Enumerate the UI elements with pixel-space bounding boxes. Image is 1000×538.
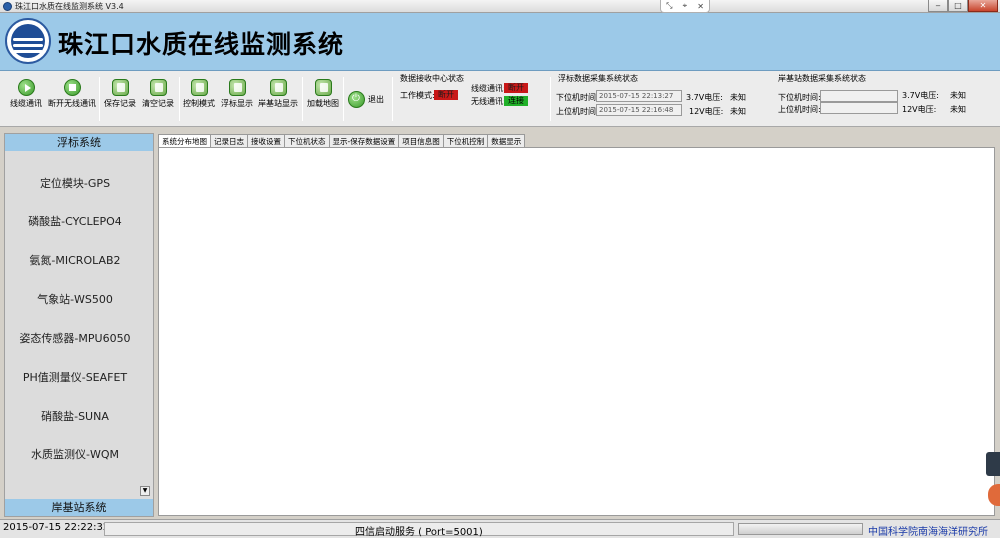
buoy-12v-label: 12V电压: bbox=[689, 107, 724, 116]
power-icon bbox=[348, 91, 365, 108]
buoy-upper-time-label: 上位机时间: bbox=[556, 107, 599, 116]
window-center-tools: ⤡ ⌖ ✕ bbox=[660, 0, 710, 13]
load-map-button[interactable]: 加载地图 bbox=[307, 79, 339, 109]
sidebar-item-gps[interactable]: 定位模块-GPS bbox=[5, 175, 145, 191]
cable-connect-button[interactable]: 线缆通讯 bbox=[10, 79, 42, 109]
pin-icon[interactable]: ⌖ bbox=[683, 1, 688, 11]
buoy-lower-time-field: 2015-07-15 22:13:27 bbox=[596, 90, 682, 102]
stop-icon bbox=[63, 79, 81, 96]
control-mode-button[interactable]: 控制模式 bbox=[183, 79, 215, 109]
floating-assistant-icon[interactable] bbox=[988, 484, 1000, 506]
sidebar-item-seafet[interactable]: PH值测量仪-SEAFET bbox=[5, 369, 145, 385]
restore-arrows-icon[interactable]: ⤡ bbox=[666, 1, 672, 11]
sidebar-item-ws500[interactable]: 气象站-WS500 bbox=[5, 291, 145, 307]
map-icon bbox=[314, 79, 332, 96]
tab-data-display[interactable]: 数据显示 bbox=[487, 134, 526, 148]
app-banner: 珠江口水质在线监测系统 bbox=[0, 13, 1000, 71]
cable-comm-label: 线缆通讯: bbox=[471, 84, 506, 93]
shore-station-header[interactable]: 岸基站系统 bbox=[5, 499, 153, 516]
station-37v-label: 3.7V电压: bbox=[902, 91, 939, 100]
buoy-display-button[interactable]: 浮标显示 bbox=[221, 79, 253, 109]
clear-icon bbox=[149, 79, 167, 96]
station-12v-label: 12V电压: bbox=[902, 105, 937, 114]
buoy-status: 浮标数据采集系统状态 下位机时间: 2015-07-15 22:13:27 上位… bbox=[556, 73, 770, 123]
app-title: 珠江口水质在线监测系统 bbox=[58, 30, 345, 59]
tab-slave-control[interactable]: 下位机控制 bbox=[442, 134, 489, 148]
station-status-title: 岸基站数据采集系统状态 bbox=[778, 74, 866, 83]
station-upper-time-field bbox=[820, 102, 898, 114]
sidebar-item-suna[interactable]: 硝酸盐-SUNA bbox=[5, 408, 145, 424]
tab-display-save-settings[interactable]: 显示-保存数据设置 bbox=[328, 134, 400, 148]
status-progress-bar bbox=[738, 523, 863, 535]
data-center-status: 数据接收中心状态 工作模式: 断开 线缆通讯: 断开 无线通讯: 连接 bbox=[400, 73, 548, 123]
buoy-icon bbox=[228, 79, 246, 96]
window-titlebar: 珠江口水质在线监测系统 V3.4 ⤡ ⌖ ✕ ‒ □ ✕ bbox=[0, 0, 1000, 13]
disconnect-wireless-button[interactable]: 断开无线通讯 bbox=[48, 79, 96, 109]
institute-logo-icon bbox=[5, 18, 51, 64]
main-tabs: 系统分布地图 记录日志 接收设置 下位机状态 显示-保存数据设置 项目信息图 下… bbox=[158, 134, 526, 149]
tab-content-area[interactable] bbox=[158, 147, 995, 516]
work-mode-label: 工作模式: bbox=[400, 91, 435, 100]
station-upper-time-label: 上位机时间: bbox=[778, 105, 821, 114]
buoy-status-title: 浮标数据采集系统状态 bbox=[558, 74, 638, 83]
status-institute: 中国科学院南海海洋研究所 bbox=[868, 527, 988, 538]
buoy-upper-time-field: 2015-07-15 22:16:48 bbox=[596, 104, 682, 116]
status-time: 2015-07-15 22:22:32 bbox=[3, 522, 110, 533]
wireless-comm-label: 无线通讯: bbox=[471, 97, 506, 106]
statusbar: 2015-07-15 22:22:32 四信启动服务 ( Port=5001) … bbox=[0, 519, 1000, 538]
control-icon bbox=[190, 79, 208, 96]
sidebar-item-microlab2[interactable]: 氨氮-MICROLAB2 bbox=[5, 252, 145, 268]
sidebar-item-mpu6050[interactable]: 姿态传感器-MPU6050 bbox=[5, 330, 145, 346]
station-12v-value: 未知 bbox=[950, 105, 966, 114]
window-buttons: ‒ □ ✕ bbox=[928, 0, 998, 12]
tab-receive-settings[interactable]: 接收设置 bbox=[247, 134, 285, 148]
tab-log[interactable]: 记录日志 bbox=[210, 134, 248, 148]
station-status: 岸基站数据采集系统状态 下位机时间: 上位机时间: 3.7V电压: 未知 12V… bbox=[778, 73, 988, 123]
sidebar-item-wqm[interactable]: 水质监测仪-WQM bbox=[5, 446, 145, 462]
maximize-button[interactable]: □ bbox=[948, 0, 968, 12]
window-title: 珠江口水质在线监测系统 V3.4 bbox=[15, 2, 124, 11]
buoy-system-header[interactable]: 浮标系统 bbox=[5, 134, 153, 151]
station-icon bbox=[269, 79, 287, 96]
work-mode-indicator: 断开 bbox=[434, 90, 458, 100]
station-37v-value: 未知 bbox=[950, 91, 966, 100]
station-display-button[interactable]: 岸基站显示 bbox=[258, 79, 298, 109]
scroll-down-icon[interactable]: ▼ bbox=[140, 486, 150, 496]
status-service: 四信启动服务 ( Port=5001) bbox=[355, 527, 483, 538]
close-button[interactable]: ✕ bbox=[968, 0, 998, 12]
data-center-title: 数据接收中心状态 bbox=[400, 74, 464, 83]
side-widget-icon[interactable] bbox=[986, 452, 1000, 476]
sensor-sidebar: 浮标系统 定位模块-GPS 磷酸盐-CYCLEPO4 氨氮-MICROLAB2 … bbox=[4, 133, 154, 517]
buoy-37v-value: 未知 bbox=[730, 93, 746, 102]
exit-button[interactable]: 退出 bbox=[348, 91, 384, 108]
station-lower-time-label: 下位机时间: bbox=[778, 93, 821, 102]
sidebar-item-cyclepo4[interactable]: 磷酸盐-CYCLEPO4 bbox=[5, 213, 145, 229]
cable-comm-indicator: 断开 bbox=[504, 83, 528, 93]
toolbar: 线缆通讯 断开无线通讯 保存记录 清空记录 控制模式 浮标显示 岸基站显示 加载… bbox=[0, 71, 1000, 127]
buoy-lower-time-label: 下位机时间: bbox=[556, 93, 599, 102]
play-icon bbox=[17, 79, 35, 96]
tab-project-info[interactable]: 项目信息图 bbox=[398, 134, 444, 148]
save-records-button[interactable]: 保存记录 bbox=[104, 79, 136, 109]
tab-slave-status[interactable]: 下位机状态 bbox=[284, 134, 330, 148]
wireless-comm-indicator: 连接 bbox=[504, 96, 528, 106]
close-small-icon[interactable]: ✕ bbox=[697, 2, 704, 11]
buoy-12v-value: 未知 bbox=[730, 107, 746, 116]
save-icon bbox=[111, 79, 129, 96]
minimize-button[interactable]: ‒ bbox=[928, 0, 948, 12]
app-icon bbox=[3, 2, 12, 11]
buoy-37v-label: 3.7V电压: bbox=[686, 93, 723, 102]
station-lower-time-field bbox=[820, 90, 898, 102]
clear-records-button[interactable]: 清空记录 bbox=[142, 79, 174, 109]
